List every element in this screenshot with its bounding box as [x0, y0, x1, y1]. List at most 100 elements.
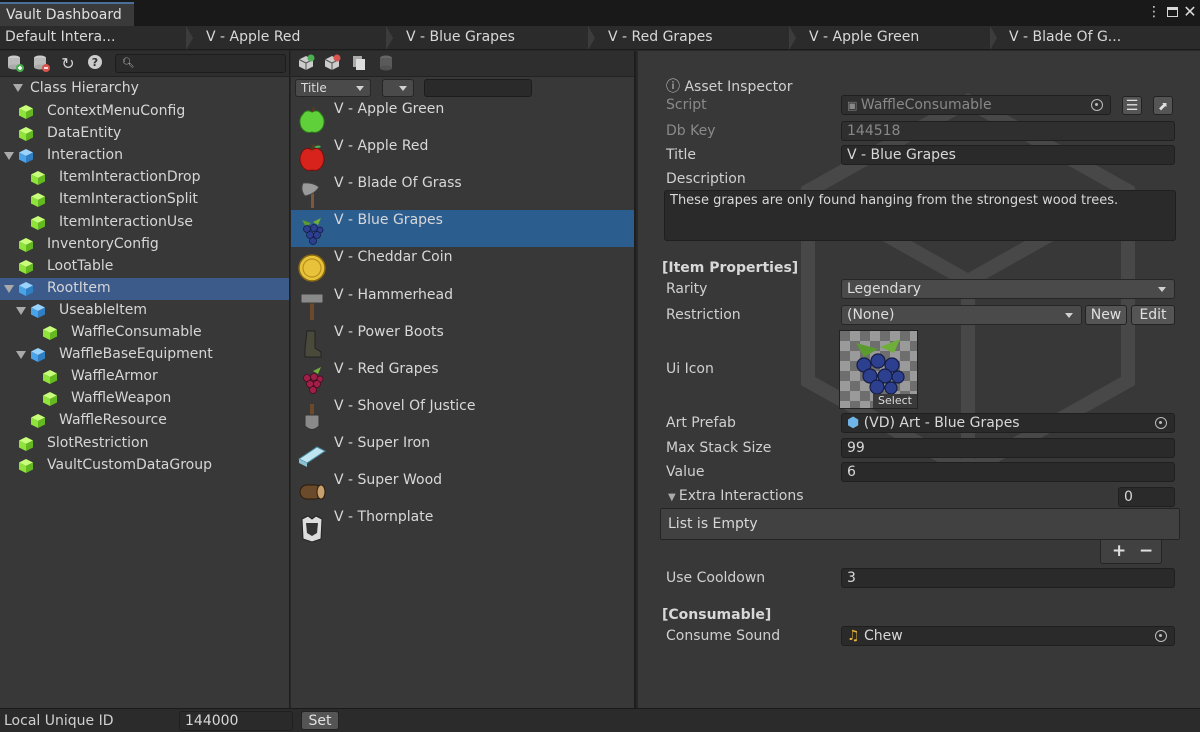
close-icon[interactable]: ✕ [1182, 3, 1198, 21]
maxstack-input[interactable]: 99 [841, 438, 1175, 458]
cooldown-input[interactable]: 3 [841, 568, 1175, 588]
hierarchy-item[interactable]: LootTable [0, 256, 289, 278]
delete-asset-icon[interactable] [321, 54, 343, 74]
hierarchy-item[interactable]: WaffleBaseEquipment [0, 344, 289, 366]
hierarchy-item-label: WaffleResource [59, 412, 167, 429]
extra-interactions-count[interactable]: 0 [1118, 487, 1175, 507]
asset-list-item[interactable]: V - Super Iron [291, 433, 634, 470]
class-cube-blue-icon [31, 303, 45, 318]
sort-field-dropdown[interactable]: Title [295, 79, 371, 97]
artprefab-field[interactable]: ⬢ (VD) Art - Blue Grapes [841, 413, 1175, 433]
hierarchy-item[interactable]: WaffleWeapon [0, 388, 289, 410]
restriction-dropdown[interactable]: (None) [841, 305, 1082, 325]
artprefab-label: Art Prefab [666, 415, 736, 431]
hierarchy-item[interactable]: WaffleArmor [0, 366, 289, 388]
tab-default-interaction[interactable]: Default Intera... [5, 26, 115, 50]
asset-search-input[interactable] [424, 79, 532, 97]
hierarchy-item[interactable]: SlotRestriction [0, 433, 289, 455]
hierarchy-toolbar: ↻ ? 🔍︎ [0, 51, 289, 77]
extra-interactions-foldout[interactable]: ▼ Extra Interactions [668, 488, 804, 504]
asset-list-item[interactable]: V - Blade Of Grass [291, 173, 634, 210]
asset-list-item[interactable]: V - Apple Red [291, 136, 634, 173]
hierarchy-item[interactable]: WaffleResource [0, 410, 289, 432]
class-hierarchy-panel: ↻ ? 🔍︎ Class Hierarchy ContextMenuConfig D… [0, 51, 290, 708]
hierarchy-item-label: ItemInteractionDrop [59, 169, 201, 186]
hierarchy-item-label: Interaction [47, 147, 123, 164]
hierarchy-search-input[interactable]: 🔍︎ [115, 54, 286, 73]
help-icon[interactable]: ? [84, 54, 106, 74]
expand-arrow-icon[interactable] [16, 351, 26, 360]
asset-list-panel: Title V - Apple Green V - Apple Red V - Bl… [291, 51, 636, 708]
hierarchy-item[interactable]: RootItem [0, 277, 289, 300]
title-input[interactable]: V - Blue Grapes [841, 145, 1175, 165]
tab-blue-grapes[interactable]: V - Blue Grapes [406, 26, 515, 50]
restriction-label: Restriction [666, 307, 741, 323]
hierarchy-header-label: Class Hierarchy [30, 80, 139, 96]
duplicate-asset-icon[interactable] [348, 54, 370, 74]
script-menu-button[interactable]: ☰ [1122, 96, 1142, 115]
description-textarea[interactable]: These grapes are only found hanging from… [664, 190, 1176, 241]
asset-list-item[interactable]: V - Shovel Of Justice [291, 396, 634, 433]
consumable-header: [Consumable] [662, 607, 772, 623]
select-icon-button[interactable]: Select [873, 394, 917, 408]
add-database-icon[interactable] [4, 54, 26, 74]
hierarchy-item-label: WaffleWeapon [71, 390, 172, 407]
hierarchy-item[interactable]: ItemInteractionDrop [0, 167, 289, 189]
open-script-button[interactable]: ⬈ [1153, 96, 1173, 115]
sort-order-dropdown[interactable] [382, 79, 414, 97]
tab-apple-red[interactable]: V - Apple Red [206, 26, 300, 50]
edit-restriction-button[interactable]: Edit [1131, 305, 1175, 325]
expand-arrow-icon[interactable] [4, 284, 14, 293]
hierarchy-item[interactable]: UseableItem [0, 300, 289, 322]
hierarchy-item[interactable]: Interaction [0, 145, 289, 167]
uiicon-preview[interactable]: Select [839, 330, 918, 409]
hierarchy-item[interactable]: WaffleConsumable [0, 322, 289, 344]
iron-bar-icon [298, 446, 326, 467]
hierarchy-item[interactable]: ItemInteractionUse [0, 212, 289, 234]
tab-apple-green[interactable]: V - Apple Green [809, 26, 919, 50]
hierarchy-item[interactable]: DataEntity [0, 123, 289, 145]
dbkey-label: Db Key [666, 123, 716, 139]
refresh-icon[interactable]: ↻ [57, 54, 79, 74]
hierarchy-item[interactable]: ContextMenuConfig [0, 101, 289, 123]
database-icon[interactable] [375, 54, 397, 74]
expand-arrow-icon[interactable] [4, 152, 14, 161]
remove-database-icon[interactable] [30, 54, 52, 74]
class-cube-blue-icon [19, 149, 33, 164]
hierarchy-item[interactable]: InventoryConfig [0, 234, 289, 256]
asset-list-item[interactable]: V - Cheddar Coin [291, 247, 634, 284]
window-tab[interactable]: Vault Dashboard [0, 2, 134, 26]
add-list-item-button[interactable]: + [1112, 541, 1126, 561]
tab-red-grapes[interactable]: V - Red Grapes [608, 26, 713, 50]
new-asset-icon[interactable] [295, 54, 317, 74]
value-input[interactable]: 6 [841, 462, 1175, 482]
asset-inspector-panel: ⓘ Asset Inspector Script ▣ WaffleConsuma… [638, 51, 1200, 708]
asset-list-item[interactable]: V - Blue Grapes [291, 210, 634, 248]
set-uid-button[interactable]: Set [301, 711, 339, 730]
remove-list-item-button[interactable]: − [1139, 541, 1153, 561]
hierarchy-item-label: ItemInteractionUse [59, 213, 193, 230]
asset-list-item[interactable]: V - Power Boots [291, 322, 634, 359]
uid-input[interactable]: 144000 [179, 711, 293, 731]
tab-blade-of-grass[interactable]: V - Blade Of G... [1009, 26, 1121, 50]
class-cube-green-icon [31, 215, 45, 230]
expand-arrow-icon[interactable] [16, 306, 26, 315]
hierarchy-item[interactable]: ItemInteractionSplit [0, 189, 289, 211]
more-options-icon[interactable]: ⋮ [1146, 3, 1162, 21]
asset-list-item[interactable]: V - Thornplate [291, 507, 634, 544]
maximize-button[interactable] [1164, 3, 1180, 21]
svg-text:?: ? [92, 56, 98, 69]
asset-list-item[interactable]: V - Hammerhead [291, 285, 634, 322]
consume-sound-field[interactable]: ♫ Chew [841, 626, 1175, 646]
asset-item-label: V - Blue Grapes [334, 212, 443, 229]
class-hierarchy-header[interactable]: Class Hierarchy [0, 78, 289, 100]
new-restriction-button[interactable]: New [1085, 305, 1127, 325]
asset-list-item[interactable]: V - Super Wood [291, 470, 634, 507]
hierarchy-item-label: UseableItem [59, 301, 147, 318]
asset-list-item[interactable]: V - Apple Green [291, 99, 634, 136]
asset-list-item[interactable]: V - Red Grapes [291, 359, 634, 396]
rarity-dropdown[interactable]: Legendary [841, 279, 1175, 299]
class-cube-green-icon [19, 259, 33, 274]
hierarchy-item[interactable]: VaultCustomDataGroup [0, 455, 289, 477]
asset-item-label: V - Super Wood [334, 472, 443, 488]
